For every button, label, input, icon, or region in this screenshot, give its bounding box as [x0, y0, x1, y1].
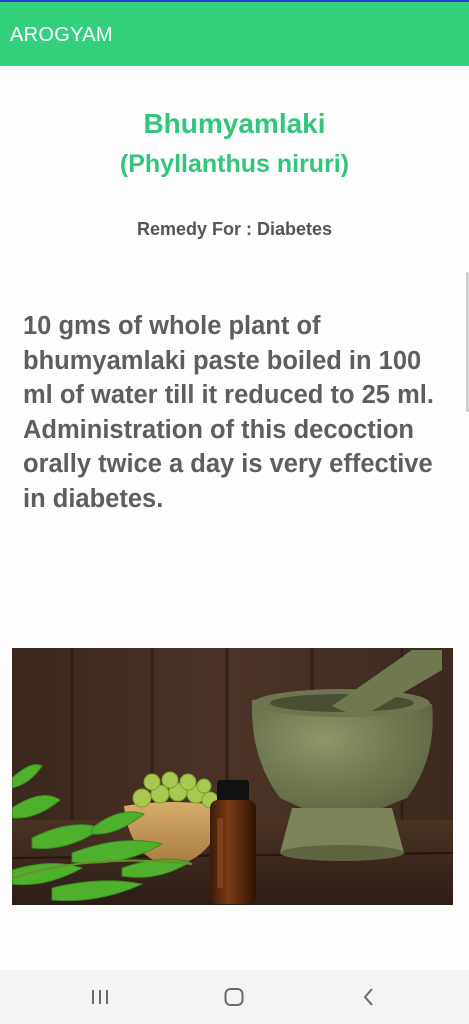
plant-scientific-name: (Phyllanthus niruri)	[119, 150, 350, 178]
app-bar: AROGYAM	[0, 0, 469, 66]
system-nav-bar	[0, 970, 469, 1024]
back-icon[interactable]	[354, 984, 384, 1010]
home-icon[interactable]	[219, 984, 249, 1010]
plant-name: Bhumyamlaki	[143, 108, 326, 139]
remedy-description: 10 gms of whole plant of bhumyamlaki pas…	[23, 312, 434, 513]
herbal-photo	[12, 648, 453, 905]
app-title: AROGYAM	[10, 24, 113, 46]
remedy-label: Remedy For : Diabetes	[136, 219, 333, 239]
herbal-photo-illustration	[12, 648, 453, 905]
recents-icon[interactable]	[85, 984, 115, 1010]
